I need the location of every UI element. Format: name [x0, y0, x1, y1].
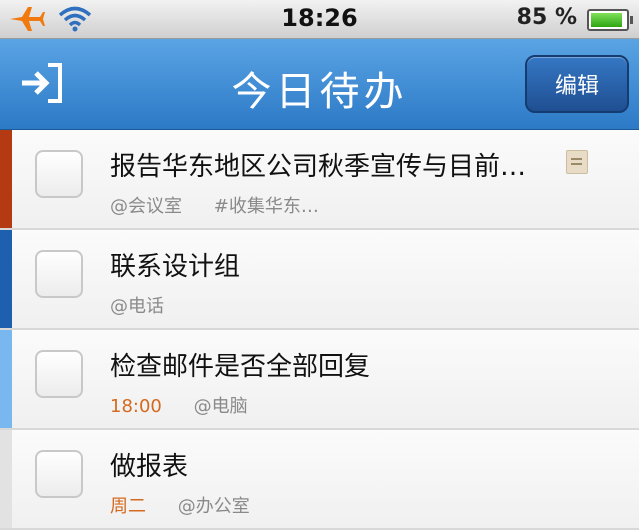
task-title: 检查邮件是否全部回复 [110, 352, 371, 382]
task-meta: 周二 @办公室 [110, 492, 276, 518]
task-row[interactable]: 联系设计组 @电话 [0, 230, 639, 330]
task-meta: @电话 [110, 292, 190, 318]
task-checkbox[interactable] [35, 450, 83, 498]
task-title: 联系设计组 [110, 252, 241, 282]
task-context: @办公室 [177, 496, 250, 517]
edit-button[interactable]: 编辑 [525, 55, 629, 113]
task-row[interactable]: 做报表 周二 @办公室 [0, 430, 639, 530]
priority-bar [0, 130, 12, 228]
task-row[interactable]: 检查邮件是否全部回复 18:00 @电脑 [0, 330, 639, 430]
battery-percent: 85 % [516, 5, 577, 30]
task-title: 报告华东地区公司秋季宣传与目前… [110, 152, 527, 182]
task-context: @电脑 [193, 396, 248, 417]
task-due: 周二 [110, 496, 146, 517]
note-icon [566, 150, 588, 174]
task-title: 做报表 [110, 452, 189, 482]
nav-bar: 今日待办 编辑 [0, 39, 639, 130]
task-row[interactable]: 报告华东地区公司秋季宣传与目前… @会议室 #收集华东… [0, 130, 639, 230]
task-tag: #收集华东… [213, 196, 319, 217]
task-due: 18:00 [110, 396, 162, 417]
priority-bar [0, 230, 12, 328]
battery-icon [587, 9, 633, 31]
priority-bar [0, 430, 12, 528]
task-checkbox[interactable] [35, 250, 83, 298]
priority-bar [0, 330, 12, 428]
task-meta: @会议室 #收集华东… [110, 192, 345, 218]
status-bar: 18:26 85 % [0, 0, 639, 39]
task-context: @电话 [110, 296, 164, 317]
task-checkbox[interactable] [35, 350, 83, 398]
task-meta: 18:00 @电脑 [110, 392, 274, 418]
task-list: 报告华东地区公司秋季宣传与目前… @会议室 #收集华东… 联系设计组 @电话 检… [0, 130, 639, 530]
task-context: @会议室 [110, 196, 182, 217]
task-checkbox[interactable] [35, 150, 83, 198]
